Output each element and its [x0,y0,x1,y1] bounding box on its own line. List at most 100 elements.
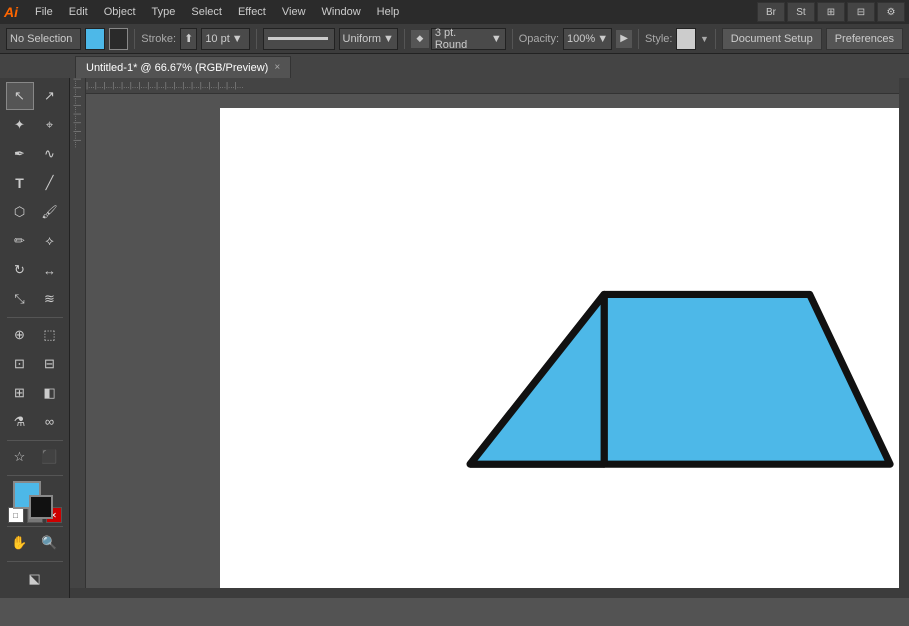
tool-row-shape2: ⬡ 🖌 [0,198,69,226]
tool-separator-3 [7,475,63,476]
ruler-vertical: |...|...|...|...|...|...|...|... [70,78,86,598]
menu-select[interactable]: Select [184,4,229,20]
left-toolbar: ↖ ↗ ✦ ⌖ ✒ ∿ T ╱ ⬡ 🖌 ✏ ⟡ ↻ ↔ ⤡ ≋ [0,78,70,598]
tab-close-btn[interactable]: × [274,62,280,73]
selection-indicator[interactable]: No Selection [6,28,81,50]
stroke-swatch[interactable] [29,495,53,519]
main-area: ↖ ↗ ✦ ⌖ ✒ ∿ T ╱ ⬡ 🖌 ✏ ⟡ ↻ ↔ ⤡ ≋ [0,78,909,598]
direct-selection-tool[interactable]: ↗ [36,82,64,110]
type-tool[interactable]: T [6,169,34,197]
stroke-line-type[interactable] [263,28,334,50]
tool-row-blend: ⚗ ∞ [0,408,69,436]
warp-tool[interactable]: ≋ [36,285,64,313]
app-logo: Ai [4,4,18,20]
scale-tool[interactable]: ⤡ [6,285,34,313]
control-bar: No Selection Stroke: ⬆ 10 pt ▼ Uniform ▼… [0,24,909,54]
canvas-area: |...|...|...|...|...|...|...|...|...|...… [70,78,909,598]
eyedropper-tool[interactable]: ⚗ [6,408,34,436]
tool-row-chart: ☆ ⬛ [0,443,69,471]
shape-tool[interactable]: ⬡ [6,198,34,226]
pen-tool[interactable]: ✒ [6,140,34,168]
style-dropdown-arrow[interactable]: ▼ [700,34,709,44]
scrollbar-horizontal[interactable] [70,588,909,598]
separator-2 [256,29,257,49]
chart-tool[interactable]: ⬛ [36,443,64,471]
menu-help[interactable]: Help [370,4,407,20]
style-label: Style: [645,33,673,45]
menu-type[interactable]: Type [145,4,183,20]
cap-group: ◆ 3 pt. Round ▼ [411,28,506,50]
menu-object[interactable]: Object [97,4,143,20]
stock-icon[interactable]: St [787,2,815,22]
scrollbar-vertical[interactable] [899,78,909,588]
puppet-warp-tool[interactable]: ⊡ [6,350,34,378]
line-tool[interactable]: ╱ [36,169,64,197]
menu-edit[interactable]: Edit [62,4,95,20]
menu-file[interactable]: File [28,4,60,20]
tool-row-eraser: ↻ ↔ [0,256,69,284]
bridge-icon[interactable]: Br [757,2,785,22]
free-transform-tool[interactable]: ⬚ [36,321,64,349]
tool-row-scale: ⤡ ≋ [0,285,69,313]
separator-4 [512,29,513,49]
color-swatches-area [5,479,65,505]
tool-row-hand: ✋ 🔍 [0,529,69,557]
top-right-extras: Br St ⊞ ⊟ ⚙ [757,2,905,22]
stroke-color-btn[interactable] [109,28,129,50]
artboard-tool[interactable]: ⬕ [21,565,49,593]
reflect-tool[interactable]: ↔ [36,256,64,284]
width-tool[interactable]: ⊕ [6,321,34,349]
document-tab[interactable]: Untitled-1* @ 66.67% (RGB/Preview) × [75,56,291,78]
tool-row-pen: ✦ ⌖ [0,111,69,139]
cap-icon[interactable]: ◆ [411,30,429,48]
grid-layout-icon[interactable]: ⊞ [817,2,845,22]
fill-color-btn[interactable] [85,28,105,50]
zoom-tool[interactable]: 🔍 [36,529,64,557]
tool-separator-1 [7,317,63,318]
separator-3 [404,29,405,49]
blend-tool[interactable]: ∞ [36,408,64,436]
tool-row-width: ⊕ ⬚ [0,321,69,349]
menu-effect[interactable]: Effect [231,4,273,20]
tool-row-shape: ✒ ∿ [0,140,69,168]
curvature-tool[interactable]: ∿ [36,140,64,168]
search-icon[interactable]: ⊟ [847,2,875,22]
tool-row-artboard: ⬕ [0,565,69,593]
stroke-up-down[interactable]: ⬆ [180,28,197,50]
magic-wand-tool[interactable]: ✦ [6,111,34,139]
cap-value[interactable]: 3 pt. Round ▼ [431,28,506,50]
shaper-tool[interactable]: ⟡ [36,227,64,255]
sync-icon[interactable]: ⚙ [877,2,905,22]
shape-left-triangle [470,294,604,464]
pencil-tool[interactable]: ✏ [6,227,34,255]
perspective-tool[interactable]: ⊟ [36,350,64,378]
tool-row-pencil: ✏ ⟡ [0,227,69,255]
stroke-label: Stroke: [141,33,176,45]
rotate-tool[interactable]: ↻ [6,256,34,284]
normal-mode-btn[interactable]: □ [8,507,24,523]
opacity-value[interactable]: 100% ▼ [563,28,612,50]
document-setup-btn[interactable]: Document Setup [722,28,822,50]
tool-separator-2 [7,440,63,441]
tool-separator-5 [7,561,63,562]
paintbrush-tool[interactable]: 🖌 [36,198,64,226]
tab-title: Untitled-1* @ 66.67% (RGB/Preview) [86,62,268,74]
stroke-value[interactable]: 10 pt ▼ [201,28,250,50]
gradient-tool[interactable]: ◧ [36,379,64,407]
symbol-tool[interactable]: ☆ [6,443,34,471]
lasso-tool[interactable]: ⌖ [36,111,64,139]
menu-window[interactable]: Window [315,4,368,20]
menu-bar: Ai File Edit Object Type Select Effect V… [0,0,909,24]
tool-row-text: T ╱ [0,169,69,197]
selection-tool[interactable]: ↖ [6,82,34,110]
opacity-label: Opacity: [519,33,559,45]
hand-tool[interactable]: ✋ [6,529,34,557]
style-swatch[interactable] [676,28,696,50]
preferences-btn[interactable]: Preferences [826,28,903,50]
stroke-uniform[interactable]: Uniform ▼ [339,28,398,50]
mesh-tool[interactable]: ⊞ [6,379,34,407]
opacity-options-btn[interactable]: ▶ [616,30,632,48]
tool-row-mesh: ⊞ ◧ [0,379,69,407]
menu-view[interactable]: View [275,4,313,20]
separator-1 [134,29,135,49]
